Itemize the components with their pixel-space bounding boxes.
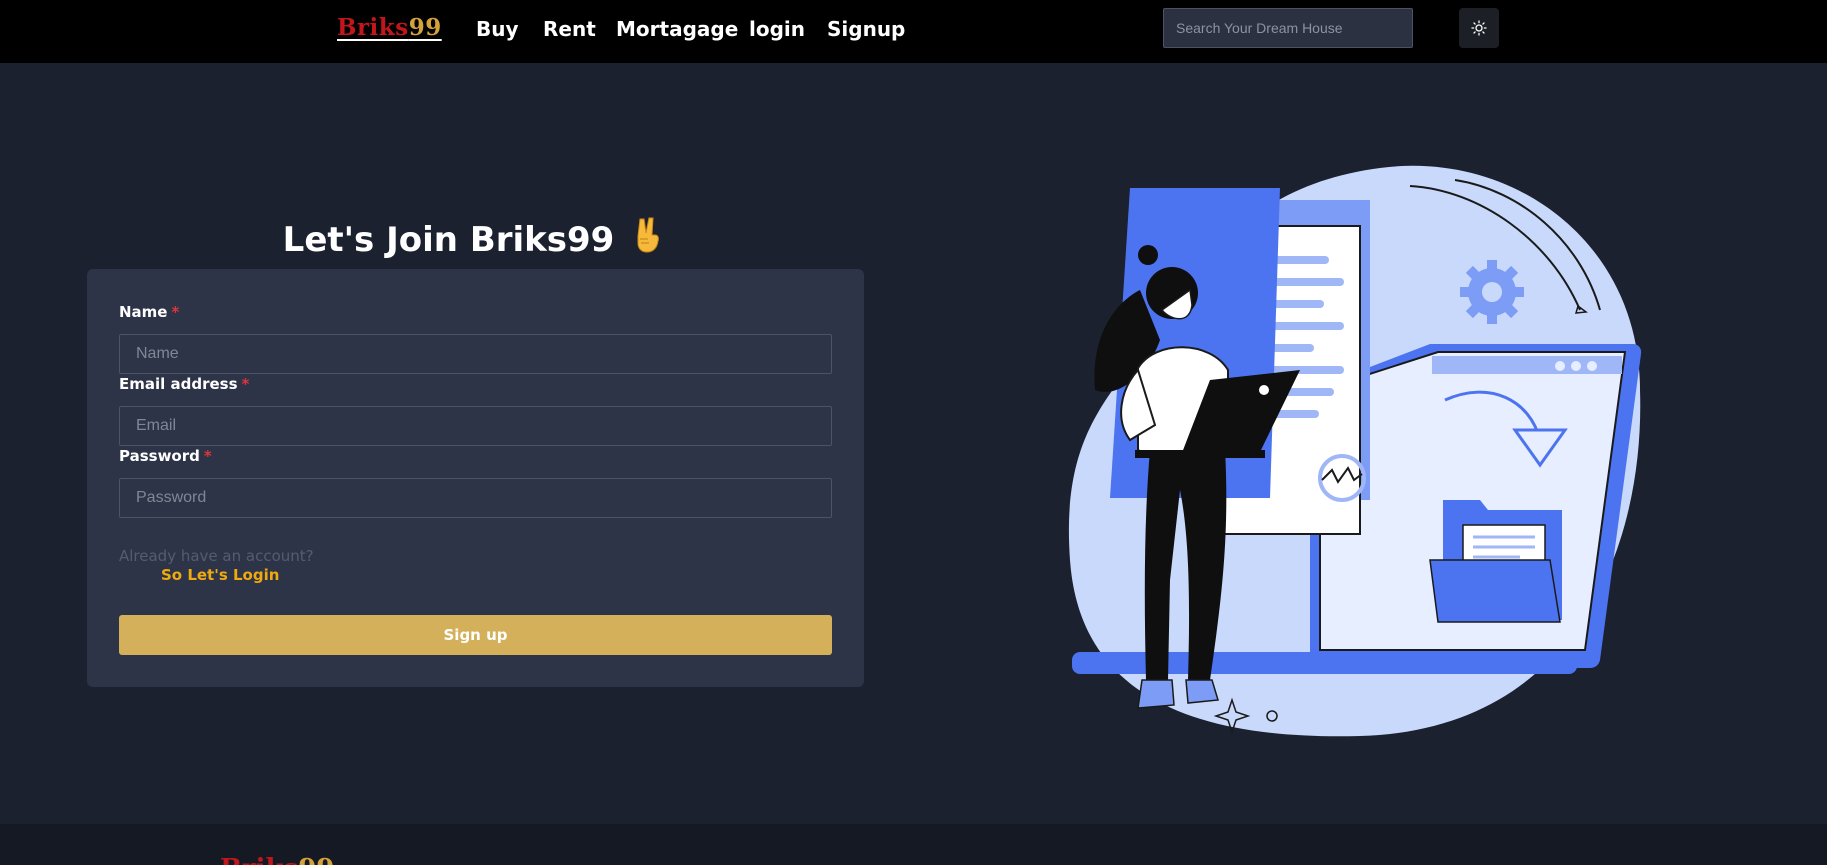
name-label-text: Name: [119, 303, 168, 321]
page-title: Let's Join Briks99: [87, 215, 864, 264]
nav-link-signup[interactable]: Signup: [827, 17, 905, 41]
nav-link-mortgage[interactable]: Mortagage: [616, 17, 738, 41]
page-title-text: Let's Join Briks99: [282, 220, 615, 260]
password-label-text: Password: [119, 447, 200, 465]
signup-card: Name* Email address* Password* Already h…: [87, 269, 864, 687]
footer: Briks99: [0, 824, 1827, 865]
navbar: Briks99 Buy Rent Mortagage login Signup: [0, 0, 1827, 63]
nav-link-rent[interactable]: Rent: [543, 17, 596, 41]
footer-logo-text-primary: Briks: [220, 854, 298, 865]
signup-button[interactable]: Sign up: [119, 615, 832, 655]
logo-text-accent: 99: [408, 14, 442, 41]
victory-hand-icon: [628, 215, 668, 264]
nav-link-buy[interactable]: Buy: [476, 17, 519, 41]
email-label: Email address *: [119, 375, 249, 393]
email-label-text: Email address: [119, 375, 238, 393]
already-account-text: Already have an account?: [119, 547, 314, 565]
footer-logo-text-accent: 99: [298, 854, 334, 865]
gear-icon: [1460, 260, 1524, 324]
password-input[interactable]: [119, 478, 832, 518]
sun-icon: [1471, 20, 1487, 36]
login-link[interactable]: So Let's Login: [161, 566, 279, 584]
name-label: Name *: [119, 303, 179, 321]
password-label: Password *: [119, 447, 212, 465]
email-input[interactable]: [119, 406, 832, 446]
theme-toggle-button[interactable]: [1459, 8, 1499, 48]
nav-link-login[interactable]: login: [749, 17, 805, 41]
name-input[interactable]: [119, 334, 832, 374]
required-mark: *: [171, 303, 180, 321]
search-input[interactable]: [1163, 8, 1413, 48]
logo-text-primary: Briks: [337, 14, 409, 41]
signup-illustration: [1068, 165, 1642, 737]
footer-logo[interactable]: Briks99: [220, 854, 334, 865]
brand-logo[interactable]: Briks99: [337, 14, 442, 41]
required-mark: *: [241, 375, 250, 393]
required-mark: *: [203, 447, 212, 465]
